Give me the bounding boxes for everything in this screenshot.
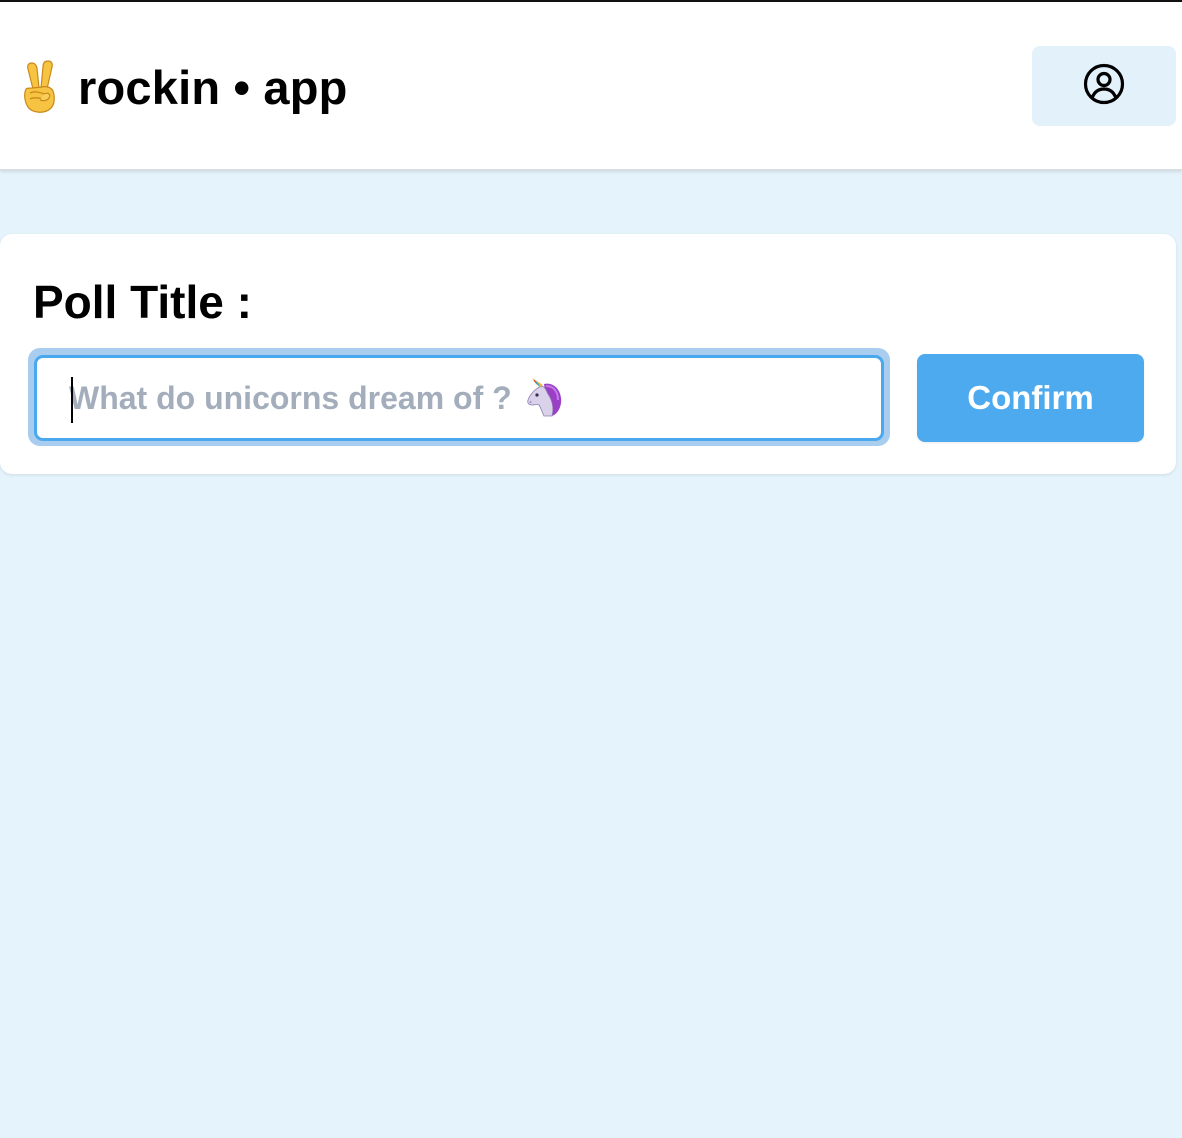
poll-title-input[interactable]: What do unicorns dream of ? <box>34 355 884 441</box>
victory-hand-icon <box>18 59 62 115</box>
unicorn-icon <box>524 378 566 418</box>
app-header: rockin • app <box>0 2 1182 170</box>
confirm-button[interactable]: Confirm <box>917 354 1144 442</box>
poll-title-placeholder: What do unicorns dream of ? <box>69 378 566 418</box>
user-circle-icon <box>1083 63 1125 110</box>
brand[interactable]: rockin • app <box>18 57 348 117</box>
text-caret <box>71 377 73 423</box>
account-button[interactable] <box>1032 46 1176 126</box>
placeholder-text: What do unicorns dream of ? <box>69 379 512 416</box>
app-title: rockin • app <box>78 60 348 114</box>
poll-title-label: Poll Title : <box>33 276 252 328</box>
